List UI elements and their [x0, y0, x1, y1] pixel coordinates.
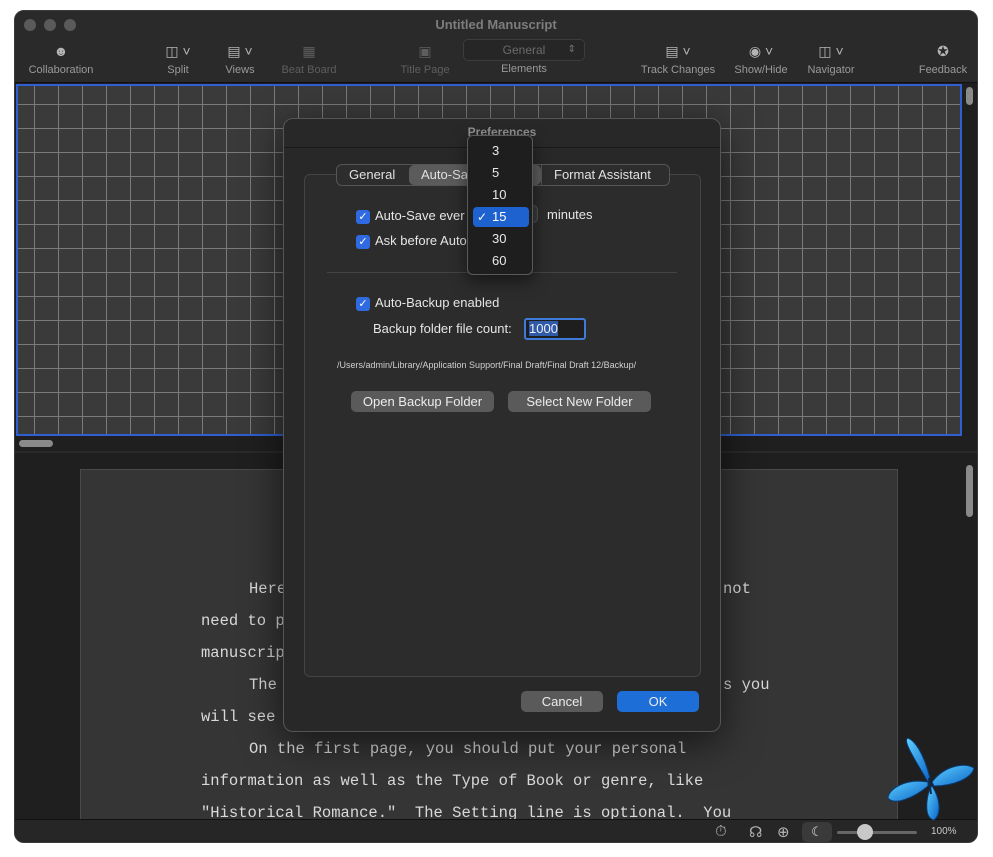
timer-icon[interactable]: ⏱ — [715, 823, 727, 840]
eye-slash-icon: ◉ ˅ — [748, 43, 774, 59]
script-line: information as well as the Type of Book … — [201, 772, 704, 790]
menu-item-label: 30 — [492, 231, 507, 246]
butterfly-icon — [887, 738, 975, 821]
views-button[interactable]: ▤ ˅ Views — [219, 41, 261, 76]
window-title: Untitled Manuscript — [435, 17, 557, 32]
menu-item-label: 15 — [492, 209, 507, 224]
track-changes-label: Track Changes — [640, 64, 716, 76]
dark-mode-toggle[interactable]: ☾ — [802, 822, 832, 842]
elements-label-wrap: Elements — [489, 63, 559, 75]
title-page-button[interactable]: ▣ Title Page — [395, 41, 455, 76]
track-changes-button[interactable]: ▤ ˅ Track Changes — [639, 41, 717, 76]
chevron-updown-icon: ⇕ — [567, 44, 576, 55]
beat-board-horizontal-scrollbar[interactable] — [19, 440, 53, 447]
menu-item-15[interactable]: ✓ 15 — [473, 207, 529, 227]
script-line: not — [723, 580, 751, 598]
show-hide-label: Show/Hide — [734, 64, 788, 76]
script-line: The — [249, 676, 277, 694]
navigator-icon: ◫ ˅ — [818, 43, 844, 59]
autobackup-checkbox[interactable]: ✓ — [356, 297, 370, 311]
backup-count-value: 1000 — [529, 321, 558, 336]
title-page-icon: ▣ — [418, 43, 432, 59]
moon-icon: ☾ — [811, 824, 823, 839]
microphone-icon[interactable]: ☊ — [749, 823, 762, 841]
script-line: Here — [249, 580, 287, 598]
title-page-label: Title Page — [400, 64, 450, 76]
autosave-checkbox[interactable]: ✓ — [356, 210, 370, 224]
tab-general[interactable]: General — [337, 165, 409, 185]
menu-item-5[interactable]: 5 — [473, 163, 529, 183]
autosave-interval-menu: 3 5 10 ✓ 15 30 60 — [467, 135, 533, 275]
star-circle-icon: ✪ — [937, 43, 949, 59]
navigator-label: Navigator — [807, 64, 855, 76]
script-line: need to p — [201, 612, 285, 630]
minutes-label: minutes — [547, 207, 593, 222]
menu-item-10[interactable]: 10 — [473, 185, 529, 205]
open-backup-folder-button[interactable]: Open Backup Folder — [351, 391, 494, 412]
collaboration-icon: ☻ — [53, 43, 69, 59]
beat-board-button[interactable]: ▦ Beat Board — [277, 41, 341, 76]
zoom-level: 100% — [931, 826, 957, 837]
elements-value: General — [502, 43, 546, 57]
views-icon: ▤ ˅ — [227, 43, 253, 59]
menu-item-3[interactable]: 3 — [473, 141, 529, 161]
script-line: s you — [723, 676, 770, 694]
autobackup-label: Auto-Backup enabled — [375, 295, 500, 310]
cancel-button[interactable]: Cancel — [521, 691, 603, 712]
script-vertical-scrollbar[interactable] — [966, 465, 973, 517]
backup-count-label: Backup folder file count: — [373, 321, 512, 336]
backup-count-input[interactable]: 1000 — [524, 318, 586, 340]
autosave-label: Auto-Save ever — [375, 208, 465, 223]
track-changes-icon: ▤ ˅ — [665, 43, 691, 59]
script-line: will see — [201, 708, 276, 726]
target-icon[interactable]: ⊕ — [777, 823, 790, 841]
select-new-folder-button[interactable]: Select New Folder — [508, 391, 651, 412]
collaboration-label: Collaboration — [28, 64, 94, 76]
zoom-slider-knob[interactable] — [857, 824, 873, 840]
split-button[interactable]: ◫ ˅ Split — [155, 41, 201, 76]
split-icon: ◫ ˅ — [165, 43, 191, 59]
elements-select[interactable]: General ⇕ — [463, 39, 585, 61]
backup-path-text: /Users/admin/Library/Application Support… — [337, 360, 637, 370]
beat-board-label: Beat Board — [281, 64, 337, 76]
menu-item-label: 60 — [492, 253, 507, 268]
menu-item-60[interactable]: 60 — [473, 251, 529, 271]
menu-item-label: 5 — [492, 165, 500, 180]
ask-before-autosave-checkbox[interactable]: ✓ — [356, 235, 370, 249]
toolbar: Untitled Manuscript ☻ Collaboration ◫ ˅ … — [15, 11, 977, 83]
menu-item-label: 10 — [492, 187, 507, 202]
beat-board-icon: ▦ — [302, 43, 316, 59]
elements-label: Elements — [501, 63, 547, 75]
ok-button[interactable]: OK — [617, 691, 699, 712]
menu-item-label: 3 — [492, 143, 500, 158]
checkmark-icon: ✓ — [477, 210, 488, 224]
show-hide-button[interactable]: ◉ ˅ Show/Hide — [731, 41, 791, 76]
split-label: Split — [167, 64, 189, 76]
feedback-button[interactable]: ✪ Feedback — [915, 41, 971, 76]
tab-format-assistant[interactable]: Format Assistant — [541, 165, 669, 185]
views-label: Views — [225, 64, 255, 76]
beat-board-vertical-scrollbar[interactable] — [966, 87, 973, 105]
status-bar: ⏱ ☊ ⊕ ☾ 100% — [15, 819, 977, 842]
zoom-slider-track[interactable] — [837, 831, 917, 834]
script-line: manuscrip — [201, 644, 285, 662]
ask-before-autosave-label: Ask before Auto — [375, 233, 467, 248]
navigator-button[interactable]: ◫ ˅ Navigator — [803, 41, 859, 76]
menu-item-30[interactable]: 30 — [473, 229, 529, 249]
collaboration-button[interactable]: ☻ Collaboration — [23, 41, 99, 76]
feedback-label: Feedback — [918, 64, 968, 76]
script-line: On the first page, you should put your p… — [249, 740, 687, 758]
